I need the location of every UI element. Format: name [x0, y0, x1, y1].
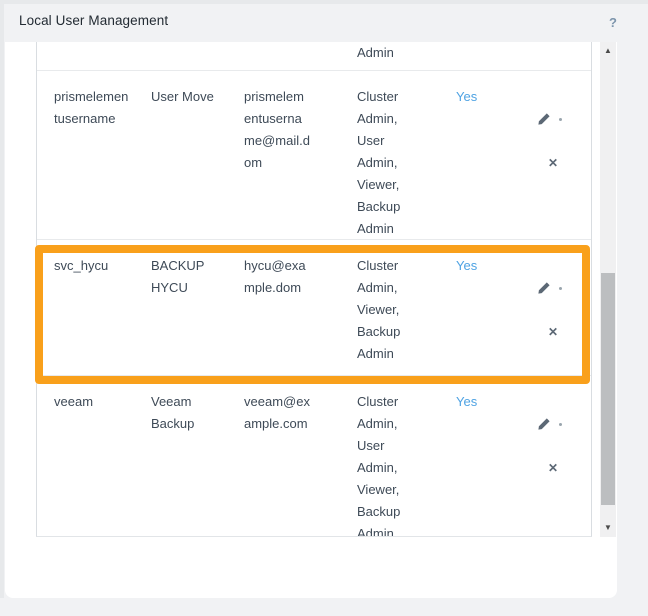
roles-cell: Cluster Admin, User Admin, Viewer, Backu…: [357, 394, 401, 536]
dot-icon: [559, 422, 562, 426]
email-cell: veeam@ex ample.com: [244, 394, 310, 431]
table-row[interactable]: veeam Veeam Backup veeam@ex ample.com Cl…: [37, 376, 591, 536]
delete-x-icon[interactable]: ✕: [534, 322, 591, 344]
username-cell: [54, 42, 151, 70]
actions-cell: ✕: [534, 71, 591, 239]
username-cell: prismelemen tusername: [54, 89, 129, 126]
table-row[interactable]: prismelemen tusername User Move prismele…: [37, 71, 591, 240]
table-row-highlighted[interactable]: svc_hycu BACKUP HYCU hycu@exa mple.dom C…: [37, 240, 591, 376]
delete-x-icon[interactable]: ✕: [534, 458, 591, 480]
actions-cell: [534, 42, 591, 70]
name-cell: Veeam Backup: [151, 394, 195, 431]
roles-cell: Admin: [357, 45, 394, 60]
dot-icon: [559, 286, 562, 290]
actions-cell: ✕: [534, 240, 591, 375]
email-cell: [244, 42, 357, 70]
edit-pencil-icon[interactable]: [537, 281, 551, 295]
email-cell: prismelem entuserna me@mail.d om: [244, 89, 310, 170]
dialog-body: Admin prismelemen tusername User Move pr…: [5, 42, 617, 598]
scroll-up-icon[interactable]: ▲: [600, 44, 616, 58]
username-cell: svc_hycu: [54, 258, 109, 273]
enabled-cell: Yes: [456, 89, 478, 104]
enabled-cell: Yes: [456, 258, 478, 273]
table-row-partial[interactable]: Admin: [37, 42, 591, 71]
scroll-down-icon[interactable]: ▼: [600, 521, 616, 535]
name-cell: [151, 42, 244, 70]
row-gutter: [37, 240, 54, 375]
name-cell: BACKUP HYCU: [151, 258, 205, 295]
scrollbar-thumb[interactable]: [601, 273, 615, 505]
edit-pencil-icon[interactable]: [537, 417, 551, 431]
edit-pencil-icon[interactable]: [537, 112, 551, 126]
user-table: Admin prismelemen tusername User Move pr…: [36, 42, 592, 537]
local-user-management-dialog: Local User Management ? Admin prismeleme…: [0, 0, 648, 616]
email-cell: hycu@exa mple.dom: [244, 258, 306, 295]
vertical-scrollbar[interactable]: ▲ ▼: [600, 42, 616, 537]
row-gutter: [37, 376, 54, 536]
actions-cell: ✕: [534, 376, 591, 536]
help-icon[interactable]: ?: [609, 15, 617, 30]
dot-icon: [559, 117, 562, 121]
delete-x-icon[interactable]: ✕: [534, 153, 591, 175]
row-gutter: [37, 71, 54, 239]
roles-cell: Cluster Admin, User Admin, Viewer, Backu…: [357, 89, 401, 236]
enabled-cell: [456, 42, 534, 70]
page-title: Local User Management: [19, 13, 169, 28]
row-gutter: [37, 42, 54, 70]
enabled-cell: Yes: [456, 394, 478, 409]
roles-cell: Cluster Admin, Viewer, Backup Admin: [357, 258, 401, 361]
name-cell: User Move: [151, 89, 214, 104]
username-cell: veeam: [54, 394, 94, 409]
